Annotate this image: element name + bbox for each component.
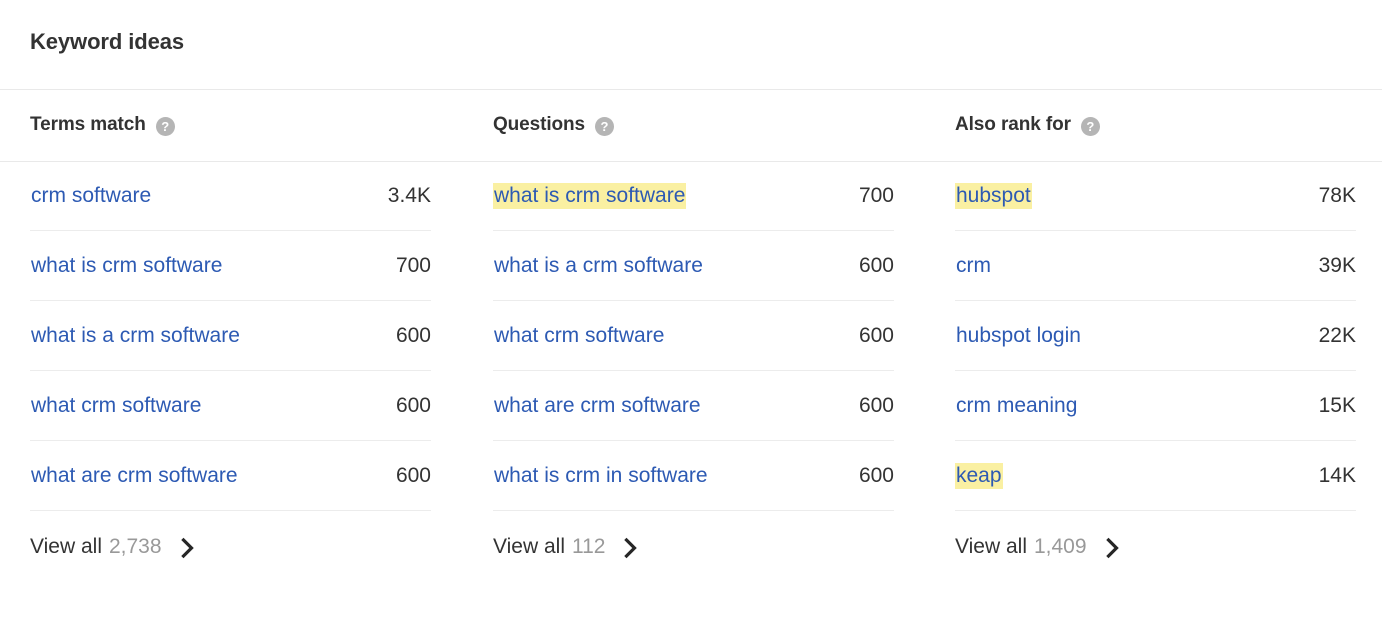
help-circle-icon[interactable]: ? [156,117,175,136]
view-all-count: 2,738 [109,535,162,559]
keyword-volume: 600 [859,464,894,488]
keyword-link[interactable]: what is crm in software [493,463,709,489]
table-row[interactable]: keap 14K [955,441,1356,511]
keyword-link[interactable]: keap [955,463,1003,489]
column-header-label: Terms match [30,114,146,136]
chevron-right-icon [180,537,196,559]
keyword-volume: 600 [859,254,894,278]
keyword-volume: 22K [1319,324,1356,348]
keyword-volume: 39K [1319,254,1356,278]
table-row[interactable]: what is crm software 700 [30,231,431,301]
table-row[interactable]: crm 39K [955,231,1356,301]
keyword-volume: 600 [396,394,431,418]
keyword-column-questions: Questions ? what is crm software 700 wha… [493,89,894,583]
keyword-link[interactable]: hubspot [955,183,1032,209]
keyword-link[interactable]: what is a crm software [30,323,241,349]
keyword-volume: 14K [1319,464,1356,488]
help-circle-icon[interactable]: ? [595,117,614,136]
keyword-link[interactable]: hubspot login [955,323,1082,349]
keyword-link[interactable]: crm [955,253,992,279]
keyword-volume: 3.4K [388,184,431,208]
keyword-volume: 700 [396,254,431,278]
keyword-volume: 78K [1319,184,1356,208]
keyword-link[interactable]: what crm software [493,323,665,349]
view-all-button[interactable]: View all 1,409 [955,511,1356,583]
column-header-terms-match: Terms match ? [30,89,431,161]
help-circle-icon[interactable]: ? [1081,117,1100,136]
table-row[interactable]: hubspot 78K [955,161,1356,231]
keyword-link[interactable]: what are crm software [30,463,239,489]
keyword-volume: 600 [859,324,894,348]
keyword-link[interactable]: what is a crm software [493,253,704,279]
view-all-button[interactable]: View all 2,738 [30,511,431,583]
view-all-label: View all [493,535,565,559]
keyword-volume: 600 [396,464,431,488]
keyword-volume: 600 [859,394,894,418]
table-row[interactable]: what crm software 600 [30,371,431,441]
chevron-right-icon [623,537,639,559]
column-header-also-rank-for: Also rank for ? [955,89,1356,161]
keyword-column-also-rank-for: Also rank for ? hubspot 78K crm 39K hubs… [955,89,1356,583]
keyword-volume: 700 [859,184,894,208]
table-row[interactable]: what crm software 600 [493,301,894,371]
keyword-volume: 600 [396,324,431,348]
table-row[interactable]: what are crm software 600 [493,371,894,441]
table-row[interactable]: what are crm software 600 [30,441,431,511]
view-all-button[interactable]: View all 112 [493,511,894,583]
table-row[interactable]: hubspot login 22K [955,301,1356,371]
keyword-link[interactable]: what is crm software [493,183,686,209]
table-row[interactable]: what is a crm software 600 [30,301,431,371]
keyword-link[interactable]: what are crm software [493,393,702,419]
view-all-label: View all [30,535,102,559]
keyword-link[interactable]: what is crm software [30,253,223,279]
keyword-link[interactable]: crm meaning [955,393,1078,419]
view-all-count: 112 [572,535,605,559]
table-row[interactable]: what is crm in software 600 [493,441,894,511]
column-header-label: Questions [493,114,585,136]
column-header-questions: Questions ? [493,89,894,161]
keyword-link[interactable]: what crm software [30,393,202,419]
chevron-right-icon [1105,537,1121,559]
keyword-link[interactable]: crm software [30,183,152,209]
table-row[interactable]: crm meaning 15K [955,371,1356,441]
table-row[interactable]: what is a crm software 600 [493,231,894,301]
keyword-volume: 15K [1319,394,1356,418]
view-all-count: 1,409 [1034,535,1087,559]
table-row[interactable]: what is crm software 700 [493,161,894,231]
keyword-column-terms-match: Terms match ? crm software 3.4K what is … [30,89,431,583]
column-header-label: Also rank for [955,114,1071,136]
table-row[interactable]: crm software 3.4K [30,161,431,231]
view-all-label: View all [955,535,1027,559]
page-title: Keyword ideas [30,29,184,55]
